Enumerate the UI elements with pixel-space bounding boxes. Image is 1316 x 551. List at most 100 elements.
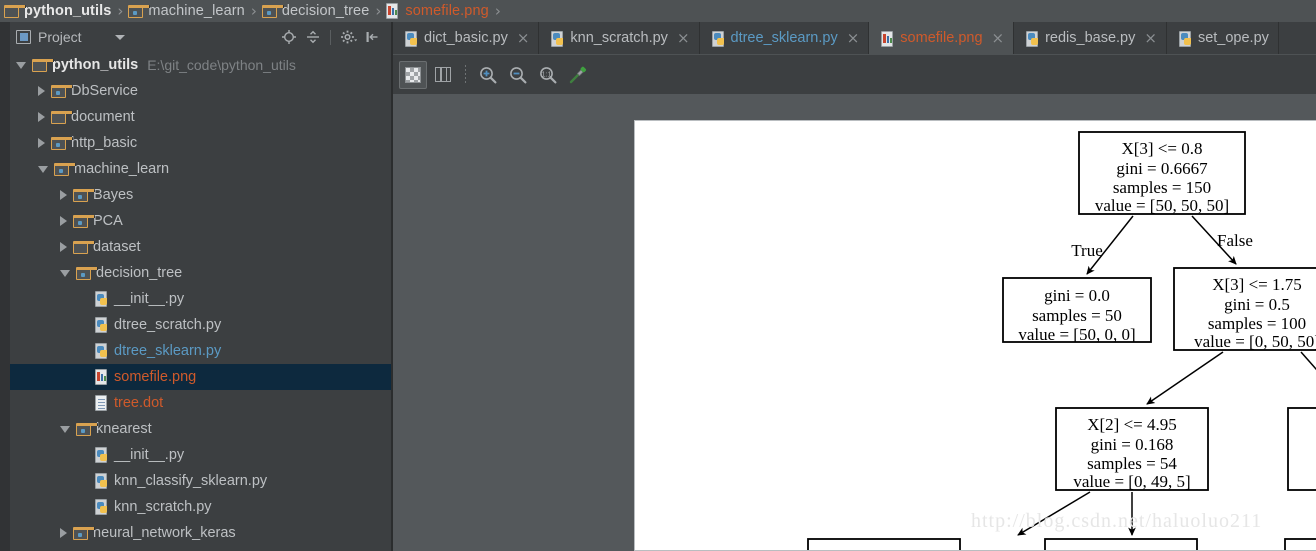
zoom-out-button[interactable] [504, 61, 532, 89]
close-icon[interactable]: × [847, 22, 860, 55]
close-icon[interactable]: × [1144, 22, 1157, 55]
chevron-right-icon[interactable] [60, 216, 67, 226]
editor-tab-label: set_ope.py [1197, 30, 1269, 46]
editor-tab-somefile-png[interactable]: somefile.png × [869, 22, 1015, 55]
folder-icon [4, 4, 26, 18]
tree-row-label: python_utils [52, 57, 139, 73]
gear-icon[interactable] [337, 26, 359, 48]
editor-tab-label: dict_basic.py [424, 30, 508, 46]
tree-row[interactable]: __init__.py [0, 442, 391, 468]
zoom-in-icon [480, 66, 497, 83]
color-picker-button[interactable] [564, 61, 592, 89]
zoom-actual-size-icon: 1:1 [540, 66, 557, 83]
chevron-down-icon[interactable] [16, 61, 26, 69]
actual-size-button[interactable]: 1:1 [534, 61, 562, 89]
folder-module-icon [76, 266, 98, 280]
transparency-checker-toggle[interactable] [399, 60, 427, 89]
collapse-all-icon[interactable] [302, 26, 324, 48]
editor-tab-label: dtree_sklearn.py [730, 30, 838, 46]
chevron-down-icon[interactable] [60, 425, 70, 433]
chevron-right-icon[interactable] [60, 242, 67, 252]
hide-panel-icon[interactable] [361, 26, 383, 48]
tree-row[interactable]: dtree_sklearn.py [0, 338, 391, 364]
chevron-right-icon[interactable] [38, 112, 45, 122]
tree-row-label: __init__.py [114, 447, 185, 463]
tree-row[interactable]: DbService [0, 78, 391, 104]
breadcrumb-separator: › [494, 2, 501, 20]
close-icon[interactable]: × [992, 22, 1005, 55]
breadcrumb-separator: › [375, 2, 382, 20]
svg-text:X[3] <= 1.75: X[3] <= 1.75 [1212, 275, 1302, 294]
tree-row[interactable]: knearest [0, 416, 391, 442]
tree-row[interactable]: somefile.png [0, 364, 391, 390]
breadcrumb-item-decision-tree[interactable]: decision_tree [260, 0, 372, 22]
text-file-icon [95, 395, 109, 411]
svg-text:value = [0, 50, 50]: value = [0, 50, 50] [1194, 332, 1316, 351]
python-file-icon [95, 499, 109, 515]
locate-icon[interactable] [278, 26, 300, 48]
editor-tab-bar[interactable]: dict_basic.py × knn_scratch.py × dtree_sklea… [393, 22, 1316, 55]
python-file-icon [95, 473, 109, 489]
tree-row[interactable]: PCA [0, 208, 391, 234]
tree-row[interactable]: dtree_scratch.py [0, 312, 391, 338]
breadcrumb-item-python-utils[interactable]: python_utils [2, 0, 113, 22]
editor-tab-dtree-sklearn-py[interactable]: dtree_sklearn.py × [700, 22, 870, 55]
svg-text:samples = 100: samples = 100 [1208, 314, 1306, 333]
png-file-icon [386, 3, 400, 19]
image-viewer-canvas-area[interactable]: http://blog.csdn.net/haluoluo211 X[3] <=… [393, 94, 1316, 551]
python-file-icon [551, 30, 565, 47]
folder-module-icon [261, 4, 284, 18]
grid-toggle[interactable] [429, 61, 457, 89]
tree-node-left-leaf: gini = 0.0 samples = 50 value = [50, 0, … [1002, 277, 1152, 344]
project-panel-title-group[interactable]: Project [0, 22, 125, 52]
folder-module-icon [51, 136, 73, 150]
tree-row[interactable]: Bayes [0, 182, 391, 208]
editor-tab-set-ope-py[interactable]: set_ope.py [1167, 22, 1279, 55]
svg-text:gini = 0.0: gini = 0.0 [1044, 286, 1110, 305]
project-window-icon [16, 30, 31, 44]
editor-tab-redis-base-py[interactable]: redis_base.py × [1014, 22, 1167, 55]
folder-icon [32, 58, 54, 72]
chevron-right-icon[interactable] [60, 528, 67, 538]
tree-row[interactable]: python_utils E:\git_code\python_utils [0, 52, 391, 78]
tree-row[interactable]: knn_scratch.py [0, 494, 391, 520]
folder-module-icon [128, 4, 151, 18]
tree-row[interactable]: __init__.py [0, 286, 391, 312]
tree-row[interactable]: knn_classify_sklearn.py [0, 468, 391, 494]
breadcrumb-item-somefile-png[interactable]: somefile.png [384, 0, 490, 22]
tree-row[interactable]: dataset [0, 234, 391, 260]
folder-module-icon [51, 84, 73, 98]
chevron-down-icon[interactable] [60, 269, 70, 277]
folder-module-icon [73, 188, 95, 202]
editor-tab-knn-scratch-py[interactable]: knn_scratch.py × [539, 22, 700, 55]
tree-row[interactable]: neural_network_keras [0, 520, 391, 546]
chevron-right-icon[interactable] [60, 190, 67, 200]
chevron-right-icon[interactable] [38, 138, 45, 148]
chevron-down-icon[interactable] [114, 34, 125, 40]
tree-row-label: dtree_scratch.py [114, 317, 222, 333]
tree-row[interactable]: machine_learn [0, 156, 391, 182]
chevron-right-icon[interactable] [38, 86, 45, 96]
svg-text:gini = 0.5: gini = 0.5 [1224, 295, 1290, 314]
editor-tab-dict-basic-py[interactable]: dict_basic.py × [393, 22, 540, 55]
tree-row-label: neural_network_keras [93, 525, 236, 541]
tree-node-right-sibling [1287, 407, 1316, 491]
tree-row-label: somefile.png [114, 369, 197, 385]
tree-row[interactable]: http_basic [0, 130, 391, 156]
tree-row[interactable]: decision_tree [0, 260, 391, 286]
breadcrumb-item-label: python_utils [24, 3, 112, 19]
panel-splitter[interactable] [391, 22, 393, 551]
python-file-icon [95, 343, 109, 359]
zoom-in-button[interactable] [474, 61, 502, 89]
tree-row-label: __init__.py [114, 291, 185, 307]
chevron-down-icon[interactable] [38, 165, 48, 173]
tree-row[interactable]: document [0, 104, 391, 130]
image-viewer-toolbar[interactable]: 1:1 [393, 55, 1316, 94]
tree-row[interactable]: tree.dot [0, 390, 391, 416]
tree-row-label: PCA [93, 213, 123, 229]
close-icon[interactable]: × [517, 22, 530, 55]
project-tree[interactable]: python_utils E:\git_code\python_utils DbSe… [0, 52, 391, 551]
breadcrumb-item-machine-learn[interactable]: machine_learn [126, 0, 246, 22]
close-icon[interactable]: × [677, 22, 690, 55]
tree-row-label: http_basic [71, 135, 138, 151]
